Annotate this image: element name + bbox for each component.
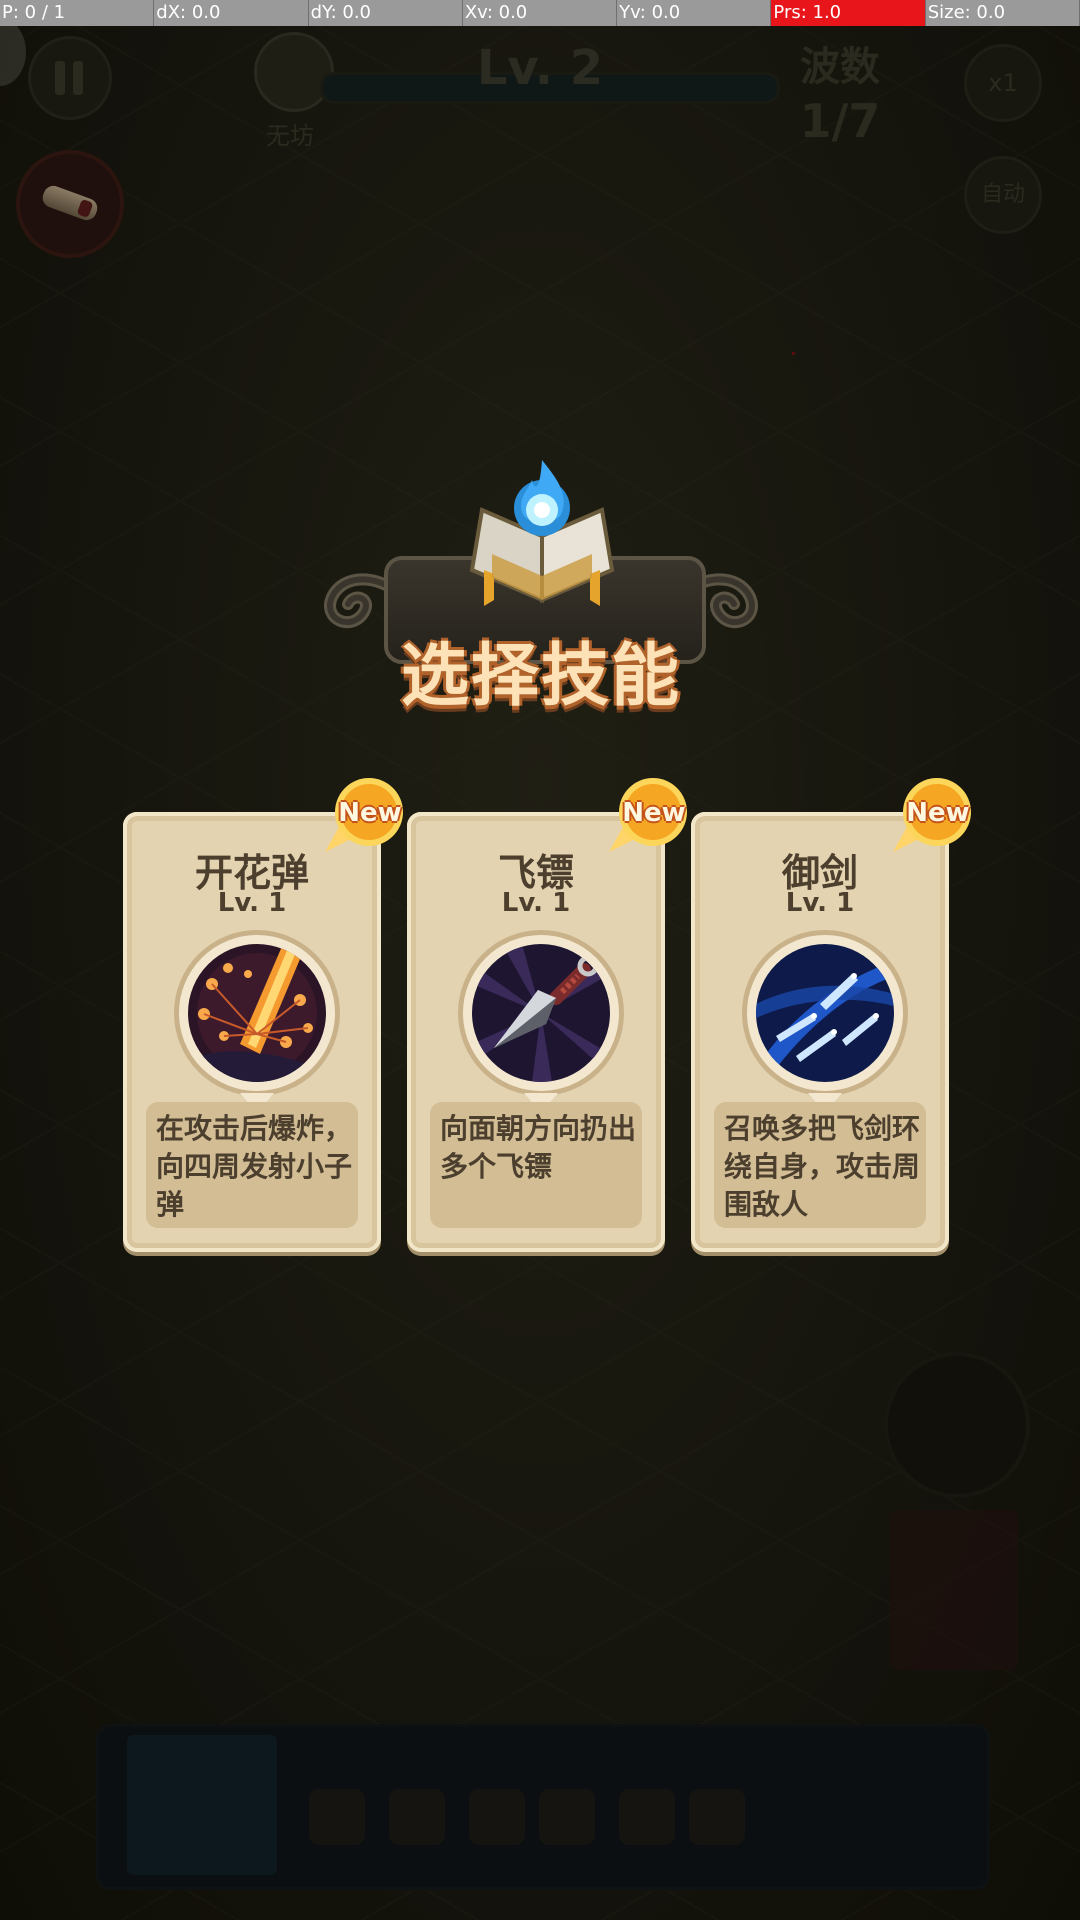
debug-pointer: P: 0 / 1 bbox=[0, 0, 155, 26]
skill-icon-frame bbox=[742, 930, 908, 1113]
skill-description-box: 在攻击后爆炸，向四周发射小子弹 bbox=[146, 1102, 358, 1228]
skill-select-header: 选择技能 bbox=[314, 450, 768, 716]
skill-level: Lv. 1 bbox=[501, 888, 571, 918]
new-badge: New bbox=[893, 776, 973, 856]
new-badge-label: New bbox=[906, 798, 970, 828]
skill-icon-frame bbox=[174, 930, 340, 1113]
skill-description-box: 向面朝方向扔出多个飞镖 bbox=[430, 1102, 642, 1228]
skill-level: Lv. 1 bbox=[217, 888, 287, 918]
debug-xv: Xv: 0.0 bbox=[463, 0, 618, 26]
pointer-debug-bar: P: 0 / 1 dX: 0.0 dY: 0.0 Xv: 0.0 Yv: 0.0… bbox=[0, 0, 1080, 26]
spellbook-icon bbox=[469, 460, 615, 606]
skill-description: 向面朝方向扔出多个飞镖 bbox=[440, 1112, 637, 1183]
new-badge: New bbox=[325, 776, 405, 856]
debug-pressure: Prs: 1.0 bbox=[771, 0, 926, 26]
debug-dy: dY: 0.0 bbox=[309, 0, 463, 26]
skill-card-blossom-bullet[interactable]: 开花弹 Lv. 1 在攻击后爆炸，向四周发射小子弹 New bbox=[123, 778, 403, 1252]
debug-dx: dX: 0.0 bbox=[154, 0, 309, 26]
new-badge-label: New bbox=[622, 798, 686, 828]
page-title: 选择技能 bbox=[400, 637, 681, 716]
blossom-bullet-icon bbox=[188, 944, 326, 1082]
skill-level: Lv. 1 bbox=[785, 888, 855, 918]
skill-description: 召唤多把飞剑环绕自身，攻击周围敌人 bbox=[724, 1112, 921, 1221]
skill-card-dart[interactable]: 飞镖 Lv. 1 向面朝方向扔出多个飞镖 New bbox=[407, 778, 687, 1252]
debug-yv: Yv: 0.0 bbox=[617, 0, 772, 26]
debug-size: Size: 0.0 bbox=[926, 0, 1080, 26]
skill-description-box: 召唤多把飞剑环绕自身，攻击周围敌人 bbox=[714, 1102, 926, 1228]
new-badge: New bbox=[609, 776, 689, 856]
new-badge-label: New bbox=[338, 798, 402, 828]
skill-icon-frame bbox=[458, 930, 624, 1113]
skill-description: 在攻击后爆炸，向四周发射小子弹 bbox=[156, 1112, 353, 1221]
skill-card-flying-swords[interactable]: 御剑 Lv. 1 召唤多把飞剑环绕自身，攻击周围敌人 New bbox=[691, 778, 971, 1252]
flying-swords-icon bbox=[756, 944, 894, 1082]
dart-icon bbox=[472, 944, 610, 1082]
